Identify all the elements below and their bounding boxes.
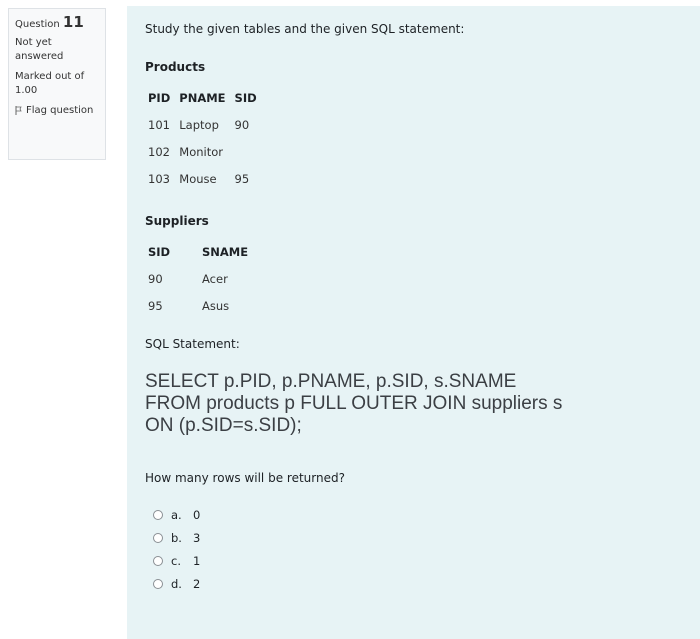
sql-line: SELECT p.PID, p.PNAME, p.SID, s.SNAME: [145, 371, 517, 392]
answer-options: a. 0 b. 3 c. 1 d. 2: [153, 503, 682, 595]
radio-button[interactable]: [153, 578, 163, 589]
question-prompt: Study the given tables and the given SQL…: [145, 22, 465, 36]
answer-option[interactable]: d. 2: [153, 572, 682, 595]
option-value: 0: [193, 507, 201, 522]
table-cell: 95: [148, 298, 163, 313]
column-header: SNAME: [202, 244, 249, 259]
table-header-row: SID SNAME: [145, 238, 254, 265]
question-prefix: Question: [15, 19, 60, 30]
table-row: 90 Acer: [145, 265, 254, 292]
question-content: Study the given tables and the given SQL…: [127, 6, 700, 639]
sql-line: FROM products p FULL OUTER JOIN supplier…: [145, 393, 563, 414]
table-cell: Acer: [202, 271, 228, 286]
flag-icon: [15, 106, 22, 115]
table-cell: [232, 138, 263, 165]
flag-question-label: Flag question: [26, 105, 94, 116]
table-row: 103 Mouse 95: [145, 165, 263, 192]
table-cell: Monitor: [179, 144, 223, 159]
option-letter: a.: [171, 507, 182, 522]
flag-question-link[interactable]: Flag question: [15, 104, 99, 118]
suppliers-title: Suppliers: [145, 214, 209, 228]
sql-line: ON (p.SID=s.SID);: [145, 415, 302, 436]
table-row: 95 Asus: [145, 292, 254, 319]
table-cell: 90: [234, 117, 250, 132]
answer-option[interactable]: c. 1: [153, 549, 682, 572]
option-letter: c.: [171, 553, 181, 568]
table-cell: Asus: [202, 298, 230, 313]
radio-button[interactable]: [153, 509, 163, 520]
table-cell: Mouse: [179, 171, 217, 186]
table-cell: 102: [148, 144, 170, 159]
column-header: SID: [148, 244, 171, 259]
table-cell: 90: [148, 271, 163, 286]
option-value: 1: [193, 553, 201, 568]
question-number-value: 11: [62, 13, 84, 31]
answer-option[interactable]: b. 3: [153, 526, 682, 549]
option-value: 3: [193, 530, 201, 545]
sql-statement: SELECT p.PID, p.PNAME, p.SID, s.SNAME FR…: [145, 371, 682, 437]
option-value: 2: [193, 576, 201, 591]
table-row: 101 Laptop 90: [145, 111, 263, 138]
sql-label: SQL Statement:: [145, 337, 240, 351]
question-info-panel: Question 11 Not yet answered Marked out …: [8, 8, 106, 160]
table-cell: 95: [234, 171, 250, 186]
radio-button[interactable]: [153, 532, 163, 543]
table-cell: 103: [148, 171, 170, 186]
question-number: Question 11: [15, 15, 99, 32]
question-marks: Marked out of 1.00: [15, 71, 85, 96]
column-header: PNAME: [179, 90, 226, 105]
column-header: SID: [234, 90, 257, 105]
table-row: 102 Monitor: [145, 138, 263, 165]
products-table: PID PNAME SID 101 Laptop 90 102 Monitor …: [145, 84, 263, 192]
table-cell: 101: [148, 117, 170, 132]
products-title: Products: [145, 60, 206, 74]
table-cell: Laptop: [179, 117, 219, 132]
table-header-row: PID PNAME SID: [145, 84, 263, 111]
answer-option[interactable]: a. 0: [153, 503, 682, 526]
radio-button[interactable]: [153, 555, 163, 566]
suppliers-table: SID SNAME 90 Acer 95 Asus: [145, 238, 254, 319]
question-status: Not yet answered: [15, 37, 64, 62]
option-letter: b.: [171, 530, 182, 545]
option-letter: d.: [171, 576, 182, 591]
column-header: PID: [148, 90, 171, 105]
question-text: How many rows will be returned?: [145, 471, 345, 485]
